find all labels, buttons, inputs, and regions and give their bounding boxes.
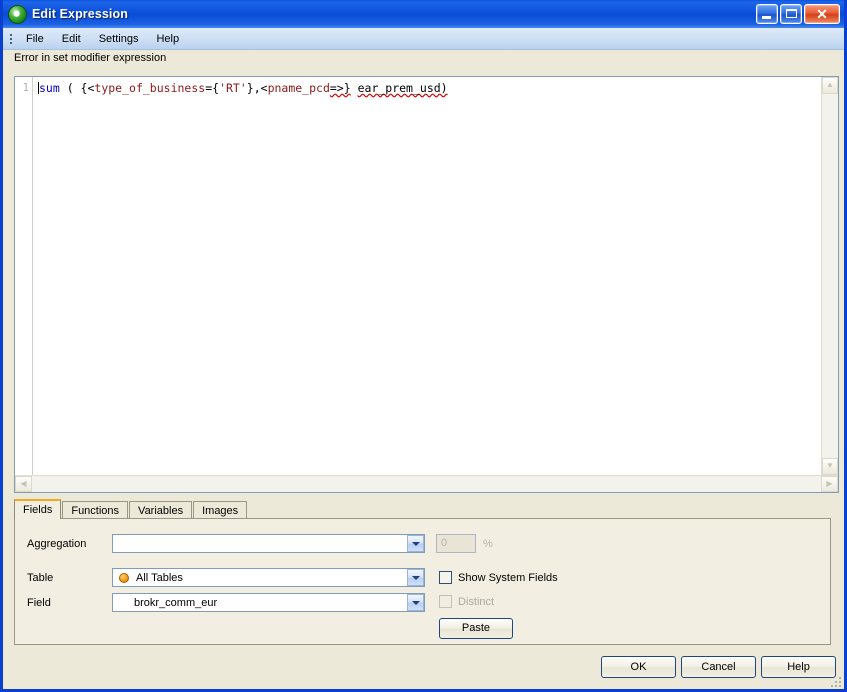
tab-images[interactable]: Images xyxy=(193,501,248,519)
scroll-up-icon[interactable]: ▲ xyxy=(822,77,838,94)
maximize-icon xyxy=(786,9,797,18)
aggregation-percent-input[interactable]: 0 xyxy=(436,534,476,553)
window-title: Edit Expression xyxy=(32,7,128,21)
show-system-fields-checkbox[interactable]: Show System Fields xyxy=(439,571,558,584)
error-message: Error in set modifier expression xyxy=(3,50,844,68)
chevron-down-icon[interactable] xyxy=(407,594,424,611)
token-brace-close: } xyxy=(246,81,254,95)
token-comma-open: ,< xyxy=(253,81,268,95)
table-row: Table All Tables xyxy=(27,568,425,587)
line-number-gutter: 1 xyxy=(15,77,33,475)
orange-circle-icon xyxy=(119,572,129,583)
window-controls: ✕ xyxy=(756,4,842,24)
table-combo[interactable]: All Tables xyxy=(112,568,425,587)
token-open: ( {< xyxy=(59,81,95,95)
token-error-ear-prem-usd: ear_prem_usd) xyxy=(357,81,448,95)
minimize-button[interactable] xyxy=(756,4,778,24)
scroll-down-icon[interactable]: ▼ xyxy=(822,458,838,475)
checkbox-box[interactable] xyxy=(439,571,452,584)
field-label: Field xyxy=(27,596,51,609)
expression-editor[interactable]: 1 sum ( {<type_of_business={'RT'},<pname… xyxy=(14,76,839,493)
table-value: All Tables xyxy=(136,571,183,584)
aggregation-combo[interactable] xyxy=(112,534,425,553)
close-icon: ✕ xyxy=(816,6,828,22)
close-button[interactable]: ✕ xyxy=(804,4,840,24)
maximize-button[interactable] xyxy=(780,4,802,24)
scroll-left-icon[interactable]: ◀ xyxy=(15,476,32,492)
menu-bar: File Edit Settings Help xyxy=(3,28,844,50)
distinct-label: Distinct xyxy=(458,595,495,608)
cancel-button[interactable]: Cancel xyxy=(681,656,756,678)
field-combo[interactable]: brokr_comm_eur xyxy=(112,593,425,612)
chevron-down-icon[interactable] xyxy=(407,535,424,552)
field-value: brokr_comm_eur xyxy=(134,596,218,609)
expression-text[interactable]: sum ( {<type_of_business={'RT'},<pname_p… xyxy=(33,77,821,475)
resize-grip[interactable] xyxy=(828,674,841,687)
line-number: 1 xyxy=(22,82,29,94)
token-error-arrow: =>} xyxy=(329,81,351,95)
qlikview-logo-icon xyxy=(8,4,27,24)
token-function: sum xyxy=(39,81,60,95)
distinct-checkbox: Distinct xyxy=(439,595,494,608)
menu-item-file[interactable]: File xyxy=(17,31,53,47)
menu-item-help[interactable]: Help xyxy=(147,31,188,47)
title-bar: Edit Expression ✕ xyxy=(3,0,844,28)
menu-item-edit[interactable]: Edit xyxy=(53,31,90,47)
scroll-right-icon[interactable]: ▶ xyxy=(821,476,838,492)
tab-strip: Fields Functions Variables Images xyxy=(14,499,839,519)
edit-expression-window: Edit Expression ✕ File Edit Settings Hel… xyxy=(0,0,847,692)
checkbox-box xyxy=(439,595,452,608)
ok-button[interactable]: OK xyxy=(601,656,676,678)
editor-body: 1 sum ( {<type_of_business={'RT'},<pname… xyxy=(15,77,838,475)
menu-item-settings[interactable]: Settings xyxy=(90,31,148,47)
table-label: Table xyxy=(27,571,54,584)
show-system-fields-label: Show System Fields xyxy=(458,571,558,584)
menu-grip-handle[interactable] xyxy=(6,32,15,46)
token-string-rt: 'RT' xyxy=(219,81,247,95)
help-button[interactable]: Help xyxy=(761,656,836,678)
editor-horizontal-scrollbar[interactable]: ◀ ▶ xyxy=(15,475,838,492)
tab-fields[interactable]: Fields xyxy=(14,499,62,519)
tab-functions[interactable]: Functions xyxy=(62,501,129,519)
paste-button[interactable]: Paste xyxy=(439,618,513,639)
aggregation-label: Aggregation xyxy=(27,537,87,550)
editor-vertical-scrollbar[interactable]: ▲ ▼ xyxy=(821,77,838,475)
field-row: Field brokr_comm_eur xyxy=(27,593,425,612)
chevron-down-icon[interactable] xyxy=(407,569,424,586)
percent-sign-label: % xyxy=(483,537,493,550)
token-field-type-of-business: type_of_business xyxy=(94,81,206,95)
token-field-pname-pcd: pname_pcd xyxy=(267,81,330,95)
aggregation-row: Aggregation 0 % xyxy=(27,534,493,553)
minimize-icon xyxy=(762,16,771,19)
tab-variables[interactable]: Variables xyxy=(129,501,193,519)
fields-panel: Aggregation 0 % Table All Tables Field b… xyxy=(14,518,831,645)
